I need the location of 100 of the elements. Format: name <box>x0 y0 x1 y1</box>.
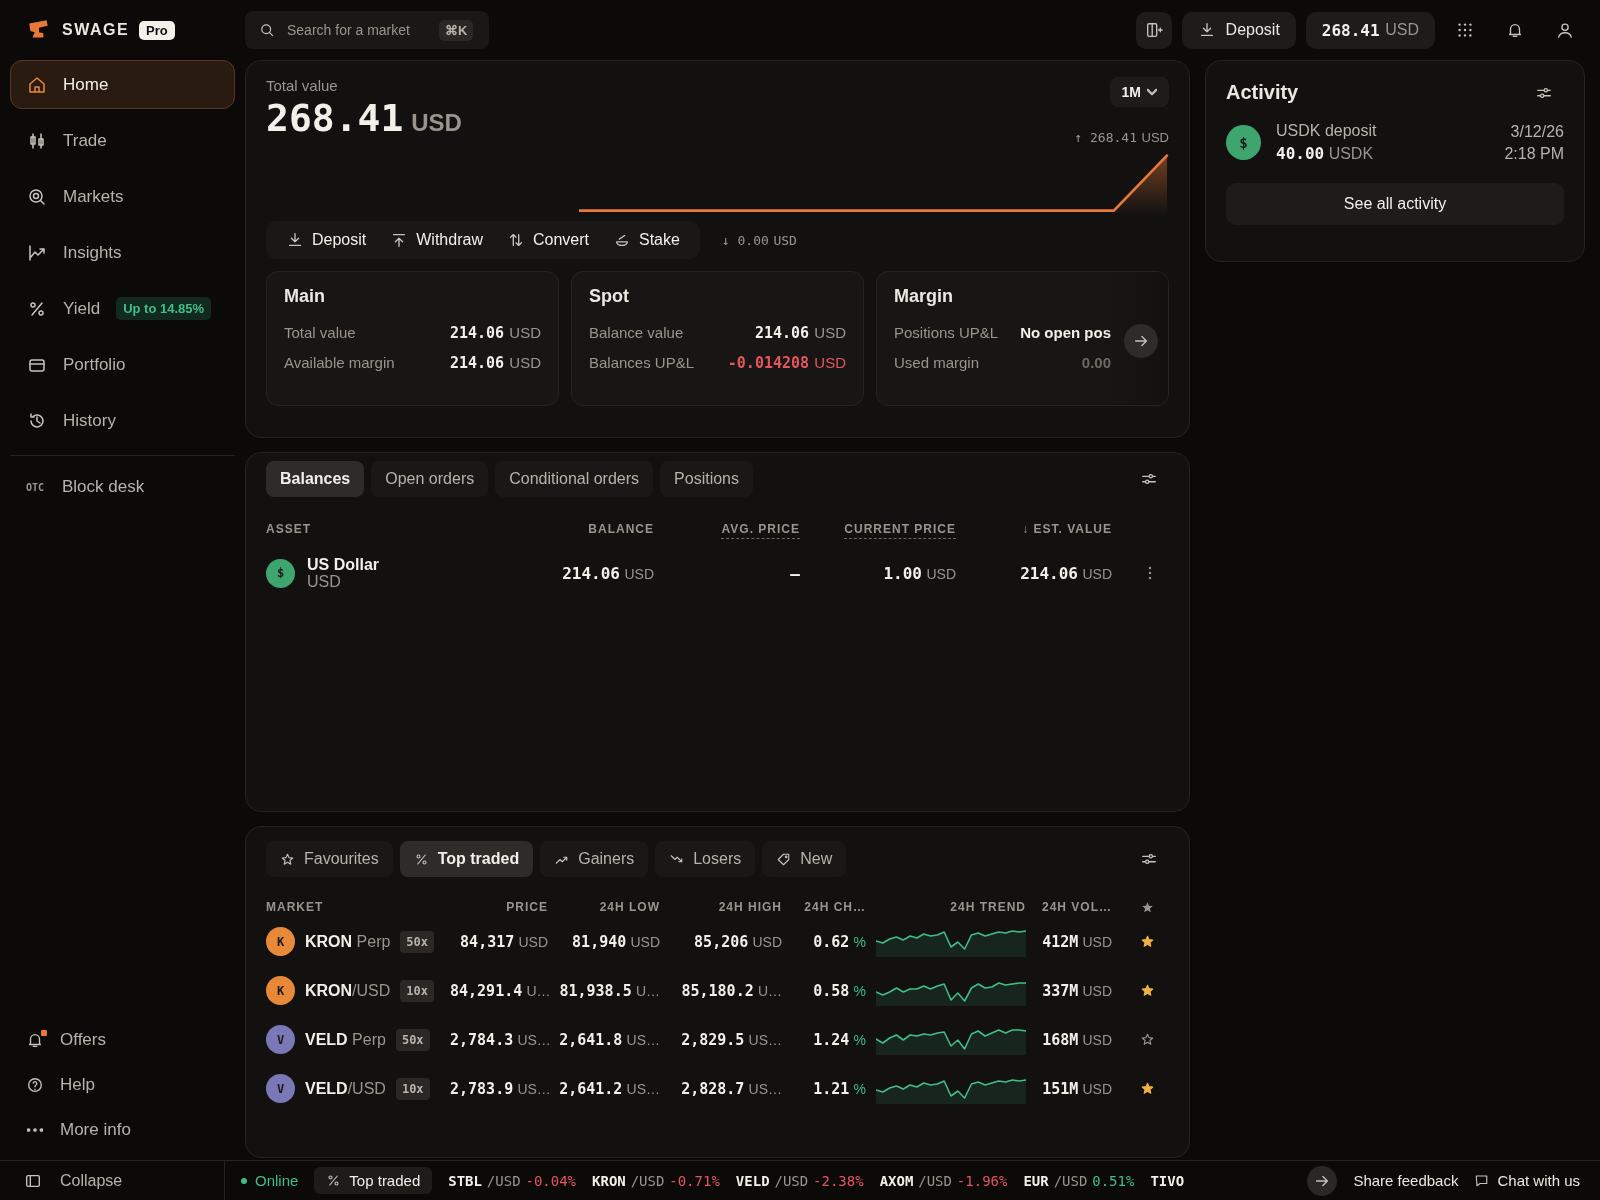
nav-item[interactable]: OTC Block desk <box>10 462 235 512</box>
nav-item[interactable]: Markets <box>10 172 235 221</box>
star-icon[interactable] <box>1140 1032 1155 1047</box>
ticker-chip[interactable]: Top traded <box>314 1167 433 1194</box>
dollar-coin-icon: $ <box>266 558 295 588</box>
tab[interactable]: Losers <box>655 841 756 877</box>
table-cell-text: 1.00 USD <box>882 563 956 583</box>
tab[interactable]: Top traded <box>399 841 534 877</box>
table-cell-text: 2,641.2 US… <box>558 1079 660 1098</box>
activity-name: USDK deposit <box>1276 122 1377 140</box>
table-cell-text: 2,783.9 US… <box>449 1079 548 1098</box>
search-icon <box>259 22 275 38</box>
action-button[interactable]: Stake <box>600 231 692 249</box>
activity-amount: 40.00 USDK <box>1276 144 1375 163</box>
ticker-item[interactable]: VELD /USD -2.38% <box>735 1172 864 1189</box>
table-cell-text: 214.06 USD <box>561 563 654 583</box>
star-icon <box>1140 899 1155 915</box>
brand-name: SWAGE <box>62 21 130 39</box>
account-label: Available margin <box>284 354 395 371</box>
market-name: KRON/USD <box>305 981 391 1000</box>
star-icon[interactable] <box>1140 983 1155 998</box>
coin-icon: K <box>266 927 295 956</box>
account-title: Main <box>284 286 326 307</box>
candlestick-icon <box>27 130 47 151</box>
star-icon[interactable] <box>1140 1081 1155 1096</box>
home-icon <box>27 74 47 95</box>
activity-date: 3/12/26 <box>1510 122 1564 141</box>
leverage-badge: 50x <box>395 1028 430 1051</box>
market-name: VELD/USD <box>305 1079 386 1098</box>
action-button[interactable]: Withdraw <box>378 231 495 249</box>
ticker-item[interactable]: AXOM /USD -1.96% <box>879 1172 1008 1189</box>
star-icon[interactable] <box>1140 934 1155 949</box>
more-icon <box>27 1127 43 1132</box>
search-input[interactable]: Search for a market <box>285 21 429 39</box>
next-button[interactable] <box>1124 324 1158 358</box>
ticker-item[interactable]: STBL /USD -0.04% <box>448 1172 577 1189</box>
search-field[interactable]: Search for a market ⌘K <box>245 11 489 49</box>
more-icon[interactable] <box>1147 565 1153 581</box>
column-header: 24H LOW <box>598 900 660 914</box>
tab[interactable]: Open orders <box>371 461 489 497</box>
tag-icon <box>776 851 792 867</box>
tab[interactable]: Positions <box>660 461 753 497</box>
ticker-item[interactable]: TIVO <box>1150 1172 1185 1189</box>
deposit-button[interactable]: Deposit <box>1181 11 1296 49</box>
chat-link[interactable]: Chat with us <box>1474 1172 1580 1189</box>
tab[interactable]: New <box>762 841 847 877</box>
account-label: Used margin <box>894 354 980 371</box>
action-button[interactable]: Convert <box>494 231 601 249</box>
chevron-down-icon <box>1147 87 1157 97</box>
balance-display[interactable]: 268.41 USD <box>1305 11 1435 49</box>
action-button[interactable]: Deposit <box>274 231 379 249</box>
user-icon[interactable] <box>1556 21 1574 39</box>
apps-icon[interactable] <box>1456 21 1474 39</box>
column-header: ASSET <box>266 522 312 536</box>
coin-icon: K <box>266 976 295 1005</box>
panel-icon <box>1144 21 1163 39</box>
column-header: 24H VOL… <box>1041 900 1112 914</box>
chart-icon <box>27 242 47 263</box>
column-header: AVG. PRICE <box>720 522 800 536</box>
market-name: VELD Perp <box>305 1030 386 1049</box>
ticker-item[interactable]: KRON /USD -0.71% <box>592 1172 720 1189</box>
nav-item[interactable]: History <box>10 396 235 445</box>
tab[interactable]: Balances <box>266 461 365 497</box>
max-value-label: ↑ 268.41 USD <box>1074 130 1169 145</box>
table-cell-text: 168M USD <box>1041 1030 1112 1049</box>
table-cell-text: 412M USD <box>1041 932 1112 951</box>
see-all-button[interactable]: See all activity <box>1226 183 1564 225</box>
tab[interactable]: Favourites <box>266 841 393 877</box>
feedback-link[interactable]: Share feedback <box>1353 1172 1459 1189</box>
period-dropdown[interactable]: 1M <box>1109 77 1169 107</box>
collapse-button[interactable]: Collapse <box>0 1161 225 1200</box>
nav-item[interactable]: Portfolio <box>10 340 235 389</box>
account-title: Margin <box>894 286 954 307</box>
help-icon <box>26 1075 44 1094</box>
account-value: 214.06 USD <box>449 324 541 342</box>
nav-item[interactable]: More info <box>10 1107 235 1152</box>
tab[interactable]: Conditional orders <box>495 461 654 497</box>
column-header: MARKET <box>266 900 325 914</box>
column-header: 24H CH… <box>803 900 866 914</box>
account-label: Balance value <box>589 324 684 341</box>
table-cell-text: 81,940 USD <box>571 932 660 951</box>
table-cell-text: 0.62 % <box>812 932 866 951</box>
nav-item[interactable]: Home <box>10 60 235 109</box>
bell-icon[interactable] <box>1506 21 1524 39</box>
nav-item[interactable]: Help <box>10 1062 235 1107</box>
nav-item[interactable]: Trade <box>10 116 235 165</box>
asset-name: US Dollar <box>307 556 379 573</box>
table-cell-text: 1.24 % <box>812 1030 866 1049</box>
nav-item[interactable]: Offers <box>10 1017 235 1062</box>
tab[interactable]: Gainers <box>540 841 649 877</box>
panel-button[interactable] <box>1135 11 1172 49</box>
scroll-button[interactable] <box>1307 1165 1338 1196</box>
column-header: CURRENT PRICE <box>843 522 956 536</box>
coin-icon: V <box>266 1074 295 1103</box>
nav-item[interactable]: Insights <box>10 228 235 277</box>
nav-item[interactable]: Yield Up to 14.85% <box>10 284 235 333</box>
account-label: Positions UP&L <box>894 324 999 341</box>
table-cell-text: 151M USD <box>1041 1079 1112 1098</box>
ticker-item[interactable]: EUR /USD 0.51% <box>1023 1172 1135 1189</box>
star-icon <box>280 851 295 867</box>
